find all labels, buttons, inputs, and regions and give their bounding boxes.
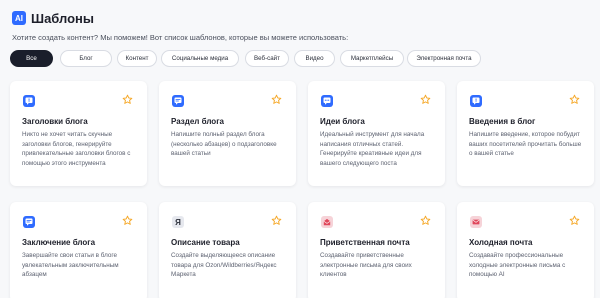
card-description: Напишите введение, которое побудит ваших…	[469, 131, 582, 157]
chat-lines-icon	[172, 95, 184, 107]
favorite-star-icon[interactable]	[569, 215, 580, 226]
filter-chip-website[interactable]: Веб-сайт	[245, 50, 289, 67]
card-title: Заголовки блога	[22, 117, 88, 126]
title-row: AI Шаблоны	[12, 9, 592, 27]
chat-exclaim-icon	[470, 95, 482, 107]
filter-chip-video[interactable]: Видео	[294, 50, 335, 67]
filter-chip-email[interactable]: Электронная почта	[407, 50, 481, 67]
ai-logo-icon: AI	[12, 11, 26, 25]
page-subtitle: Хотите создать контент? Мы поможем! Вот …	[12, 33, 349, 42]
template-card-blog-titles[interactable]: Заголовки блога Никто не хочет читать ск…	[10, 81, 147, 186]
yandex-market-icon: Я	[172, 216, 184, 228]
card-title: Приветственная почта	[320, 238, 410, 247]
filter-chip-content[interactable]: Контент	[117, 50, 157, 67]
mail-closed-icon	[470, 216, 482, 228]
card-description: Напишите полный раздел блога (несколько …	[171, 131, 277, 157]
card-title: Описание товара	[171, 238, 240, 247]
chat-dots-icon	[321, 95, 333, 107]
card-title: Введения в блог	[469, 117, 536, 126]
favorite-star-icon[interactable]	[271, 94, 282, 105]
template-card-blog-ideas[interactable]: Идеи блога Идеальный инструмент для нача…	[308, 81, 445, 186]
template-card-blog-intro[interactable]: Введения в блог Напишите введение, котор…	[457, 81, 594, 186]
template-card-product-description[interactable]: Я Описание товара Создайте выделяющееся …	[159, 202, 296, 298]
favorite-star-icon[interactable]	[420, 94, 431, 105]
template-card-blog-section[interactable]: Раздел блога Напишите полный раздел блог…	[159, 81, 296, 186]
card-description: Идеальный инструмент для начала написани…	[320, 131, 425, 167]
card-title: Заключение блога	[22, 238, 96, 247]
favorite-star-icon[interactable]	[122, 94, 133, 105]
template-card-blog-conclusion[interactable]: Заключение блога Завершайте свои статьи …	[10, 202, 147, 298]
favorite-star-icon[interactable]	[569, 94, 580, 105]
mail-open-icon	[321, 216, 333, 228]
page-header: AI Шаблоны Хотите создать контент? Мы по…	[12, 9, 592, 42]
filter-chip-all[interactable]: Все	[10, 50, 53, 67]
favorite-star-icon[interactable]	[271, 215, 282, 226]
card-description: Создавайте приветственные электронные пи…	[320, 252, 412, 278]
card-title: Раздел блога	[171, 117, 224, 126]
card-title: Холодная почта	[469, 238, 533, 247]
card-description: Создайте выделяющееся описание товара дл…	[171, 252, 277, 278]
template-card-cold-email[interactable]: Холодная почта Создавайте профессиональн…	[457, 202, 594, 298]
template-card-welcome-email[interactable]: Приветственная почта Создавайте приветст…	[308, 202, 445, 298]
card-description: Завершайте свои статьи в блоге увлекател…	[22, 252, 119, 278]
favorite-star-icon[interactable]	[122, 215, 133, 226]
category-filter-bar: Все Блог Контент Социальные медиа Веб-са…	[10, 50, 590, 67]
filter-chip-social-media[interactable]: Социальные медиа	[161, 50, 239, 67]
chat-lines-icon	[23, 216, 35, 228]
filter-chip-marketplaces[interactable]: Маркетплейсы	[340, 50, 404, 67]
chat-exclaim-icon	[23, 95, 35, 107]
favorite-star-icon[interactable]	[420, 215, 431, 226]
page-title: Шаблоны	[31, 10, 94, 26]
card-description: Никто не хочет читать скучные заголовки …	[22, 131, 131, 167]
card-description: Создавайте профессиональные холодные эле…	[469, 252, 566, 278]
card-title: Идеи блога	[320, 117, 365, 126]
filter-chip-blog[interactable]: Блог	[60, 50, 112, 67]
